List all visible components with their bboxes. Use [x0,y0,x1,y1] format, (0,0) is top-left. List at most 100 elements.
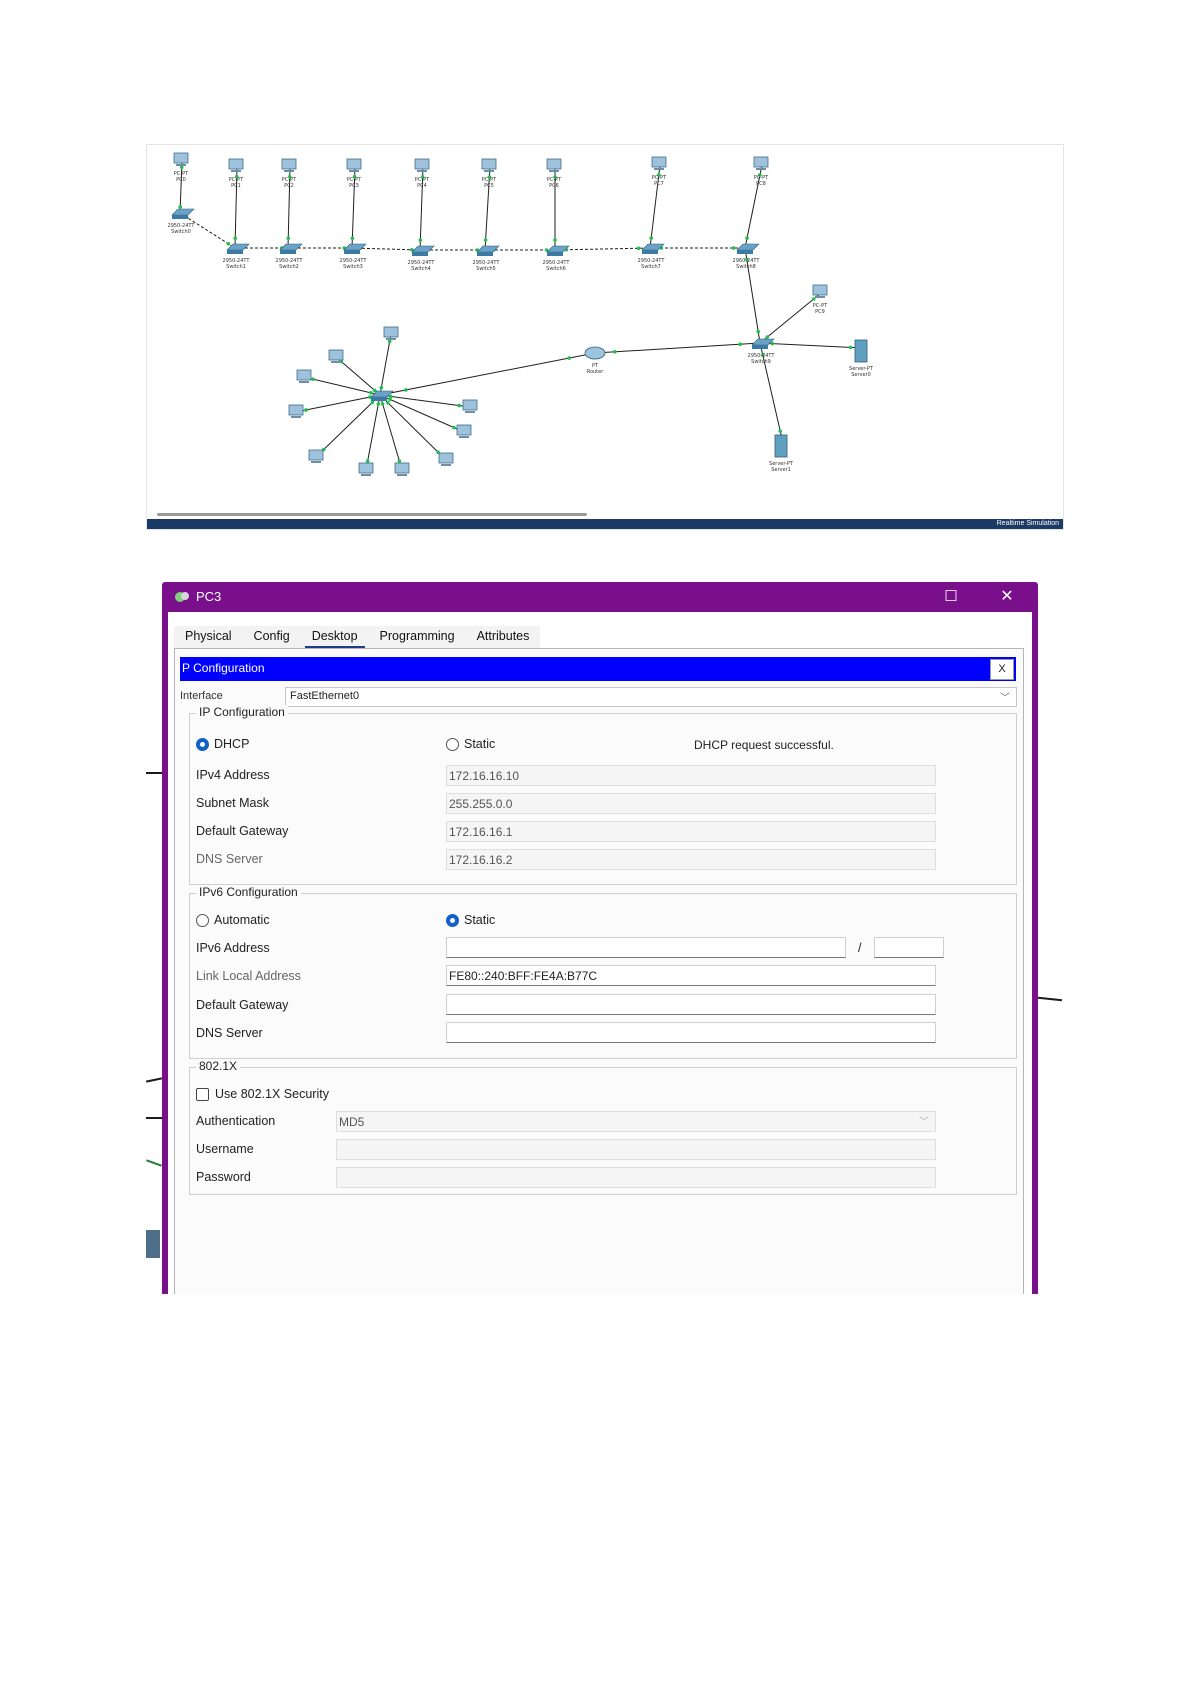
ipv4-field-input[interactable]: 172.16.16.2 [446,849,936,870]
switch-icon[interactable] [279,243,303,254]
ipv4-field-label: Subnet Mask [196,796,269,810]
chevron-down-icon: ﹀ [1000,693,1010,704]
ipv6-field-input[interactable] [446,937,846,958]
prefix-separator: / [858,941,862,955]
switch-icon[interactable] [226,243,250,254]
link-status-dot [387,339,392,344]
authentication-select[interactable]: MD5 ﹀ [336,1111,936,1132]
switch-icon[interactable] [736,243,760,254]
link-status-dot [483,238,488,242]
pc-icon[interactable] [281,158,297,172]
tab-programming[interactable]: Programming [369,626,466,648]
window-title: PC3 [196,589,222,604]
ipv6-field-label: Link Local Address [196,969,301,983]
link-status-dot [649,236,653,240]
dhcp-label: DHCP [214,737,250,751]
tab-desktop[interactable]: Desktop [301,626,369,649]
device-name-label: Server1 [771,467,791,473]
password-input[interactable] [336,1167,936,1188]
dot1x-group: 802.1X Use 802.1X Security Authenticatio… [189,1059,1017,1195]
pc-icon[interactable] [173,152,189,166]
ipv6-field-input[interactable]: FE80::240:BFF:FE4A:B77C [446,965,936,986]
ipv6-field-input[interactable] [446,994,936,1015]
ipv4-static-radio[interactable] [446,738,459,751]
ipv4-field-value: 172.16.16.1 [449,825,513,839]
pc-icon[interactable] [651,156,667,170]
server-icon[interactable] [854,339,868,363]
ipv6-field-input[interactable] [446,1022,936,1043]
pc-icon[interactable] [328,349,344,363]
pc-icon[interactable] [358,462,374,476]
ipv4-field-input[interactable]: 172.16.16.1 [446,821,936,842]
ipv6-field-label: IPv6 Address [196,941,270,955]
ipv6-static-radio[interactable] [446,914,459,927]
ip-configuration-header: P Configuration X [180,657,1016,681]
pc-icon[interactable] [753,156,769,170]
ipv4-field-input[interactable]: 172.16.16.10 [446,765,936,786]
title-bar[interactable]: PC3 ☐ ✕ [162,582,1038,612]
status-bar: Realtime Simulation [147,519,1063,529]
realtime-simulation-toggle[interactable]: Realtime Simulation [997,519,1059,529]
network-topology-canvas[interactable]: PC-PT PC0 PC-PT PC1 PC-PT PC2 PC-PT PC3 PC-PT PC4… [146,144,1064,530]
device-name-label: Switch4 [411,266,431,272]
switch-icon[interactable] [476,245,500,256]
pc-icon[interactable] [288,404,304,418]
ipv6-field-label: DNS Server [196,1026,263,1040]
device-name-label: PC5 [484,183,494,189]
router-icon[interactable] [584,346,606,360]
use-8021x-checkbox[interactable] [196,1088,209,1101]
close-button[interactable]: ✕ [996,586,1018,608]
pc-icon[interactable] [414,158,430,172]
switch-icon[interactable] [411,245,435,256]
pc-icon[interactable] [383,326,399,340]
pc-icon[interactable] [296,369,312,383]
pc-icon[interactable] [228,158,244,172]
switch-icon[interactable] [343,243,367,254]
tab-attributes[interactable]: Attributes [466,626,541,648]
pc-icon[interactable] [546,158,562,172]
pc-icon[interactable] [481,158,497,172]
pc-icon[interactable] [462,399,478,413]
pc-icon[interactable] [812,284,828,298]
ipv6-automatic-radio[interactable] [196,914,209,927]
ipv4-field-input[interactable]: 255.255.0.0 [446,793,936,814]
ip-configuration-title: P Configuration [182,661,265,675]
link-status-dot [226,242,231,246]
link-status-dot [452,425,456,430]
ipv6-field-value: FE80::240:BFF:FE4A:B77C [449,969,598,983]
link-status-dot [370,400,375,405]
desktop-panel: P Configuration X Interface FastEthernet… [174,648,1024,1294]
link-status-dot [311,377,315,381]
device-name-label: Switch2 [279,264,299,270]
use-8021x-label: Use 802.1X Security [215,1087,329,1101]
window-client-area: Physical Config Desktop Programming Attribut… [168,612,1032,1294]
link-status-dot [731,246,736,250]
pc-icon[interactable] [456,424,472,438]
server-icon[interactable] [774,434,788,458]
password-label: Password [196,1170,251,1184]
horizontal-scrollbar[interactable] [157,513,587,516]
pc-icon[interactable] [438,452,454,466]
network-link [554,247,651,251]
pc-icon[interactable] [308,449,324,463]
ipv4-field-label: IPv4 Address [196,768,270,782]
maximize-button[interactable]: ☐ [940,586,962,608]
device-name-label: PC4 [417,183,427,189]
pc-icon[interactable] [394,462,410,476]
pc-icon[interactable] [346,158,362,172]
network-link [379,333,392,396]
link-status-dot [738,342,742,346]
switch-icon[interactable] [171,208,195,219]
username-label: Username [196,1142,254,1156]
ipv6-prefix-length-input[interactable] [874,937,944,958]
link-status-dot [304,408,308,412]
interface-select[interactable]: FastEthernet0 ﹀ [285,687,1017,707]
tab-physical[interactable]: Physical [174,626,243,648]
link-status-dot [848,345,853,350]
link-status-dot [553,238,557,242]
link-status-dot [404,388,408,392]
username-input[interactable] [336,1139,936,1160]
dhcp-radio[interactable] [196,738,209,751]
tab-config[interactable]: Config [243,626,301,648]
ip-config-close-button[interactable]: X [990,659,1014,680]
